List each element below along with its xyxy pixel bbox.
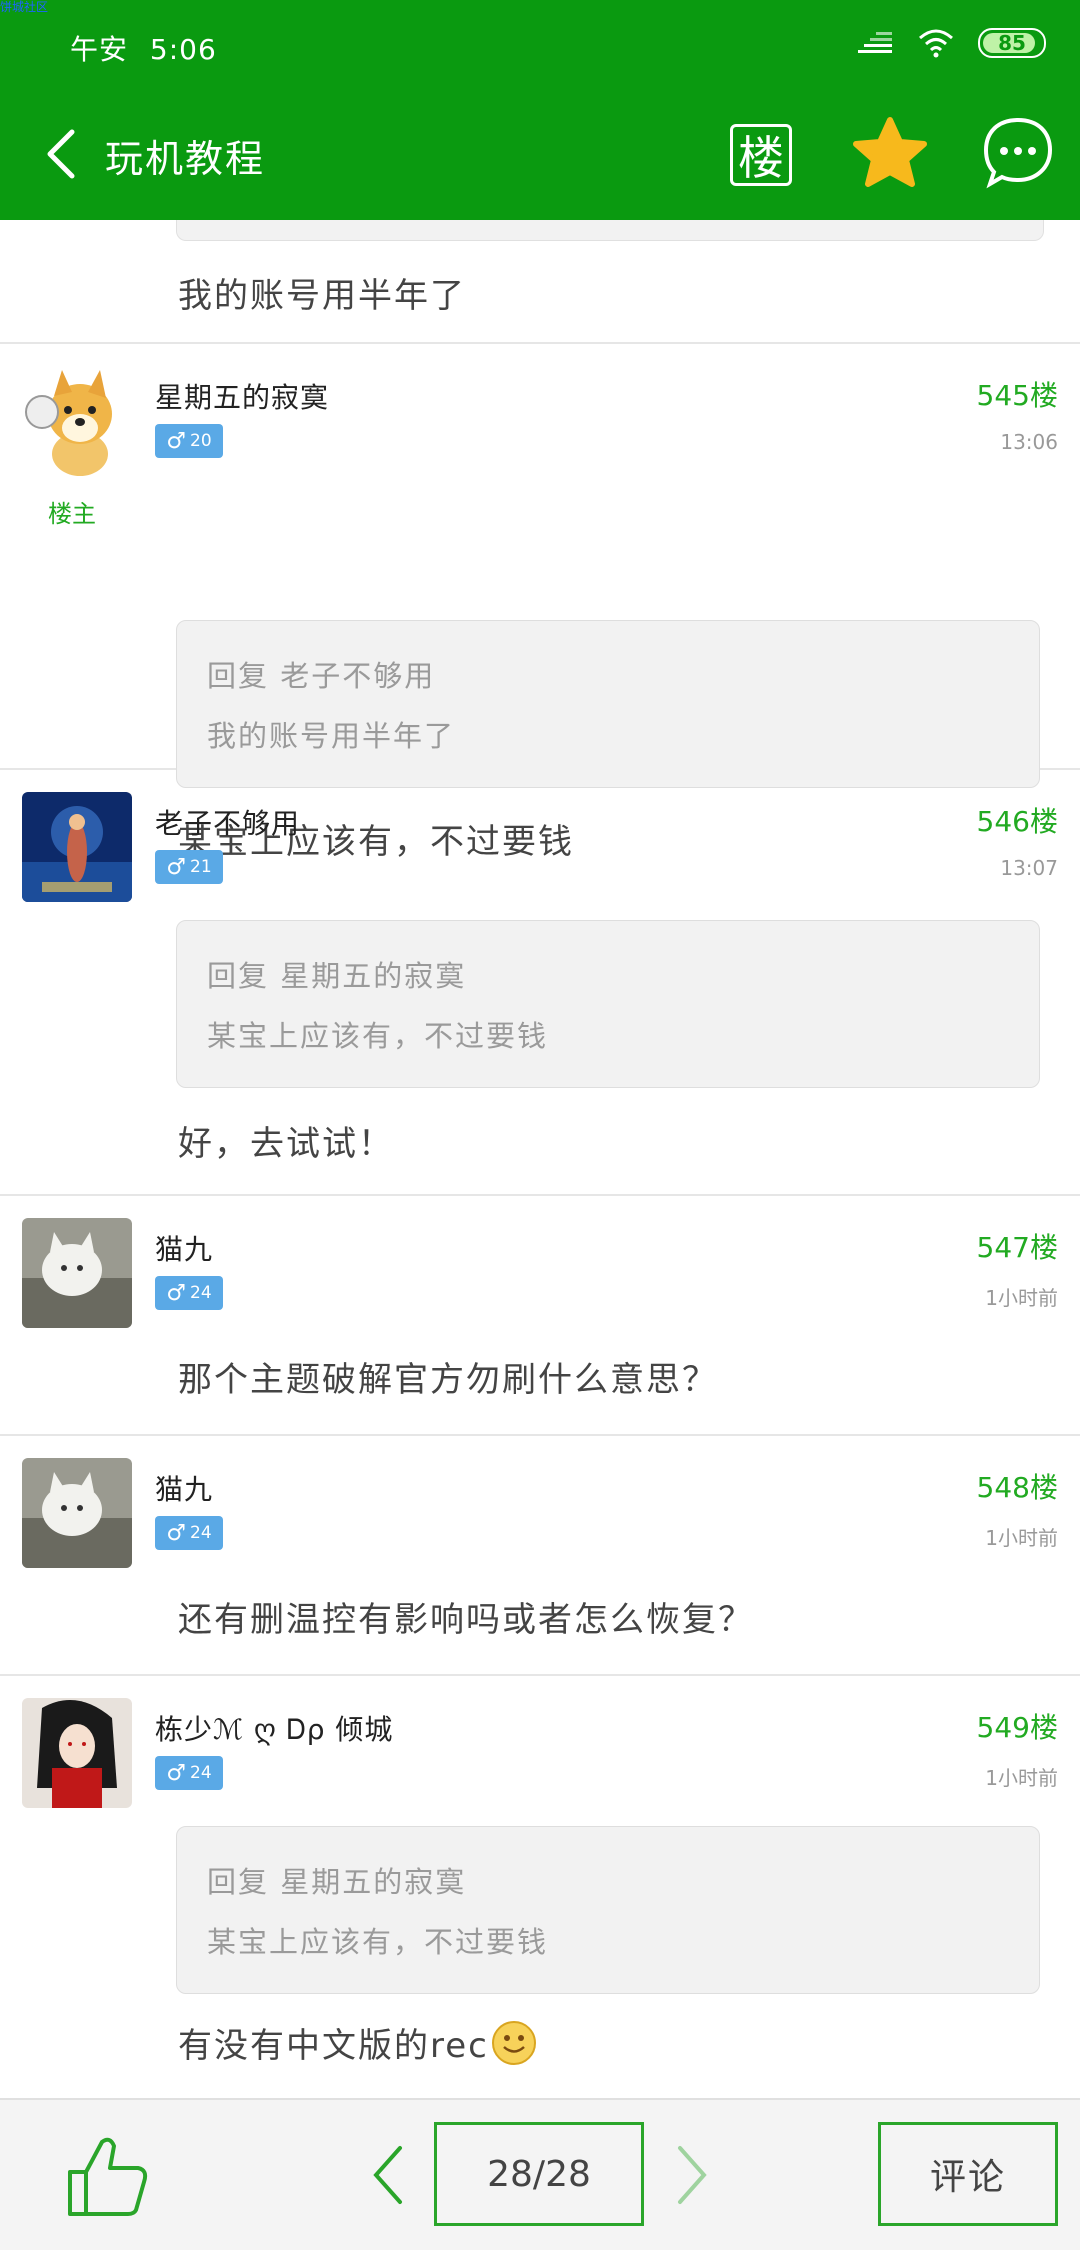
star-icon[interactable] — [850, 114, 930, 194]
page-indicator-button[interactable]: 28/28 — [434, 2122, 644, 2226]
quote-reply-to: 回复 星期五的寂寞 — [207, 1865, 467, 1899]
comment-item: 老子不够用 ♂ 21 546楼 13:07 回复 星期五的寂寞 某宝上应该有，不… — [0, 770, 1080, 1196]
male-icon: ♂ — [166, 1520, 187, 1546]
male-icon: ♂ — [166, 1280, 187, 1306]
wifi-icon — [919, 29, 953, 58]
comment-item: 猫九 ♂ 24 548楼 1小时前 还有删温控有影响吗或者怎么恢复？ — [0, 1436, 1080, 1676]
greeting: 午安 — [70, 33, 129, 66]
username[interactable]: 猫九 — [155, 1228, 213, 1268]
signal-icon — [858, 32, 892, 53]
back-arrow-icon[interactable] — [38, 124, 88, 184]
post-body: 我的账号用半年了 — [178, 276, 466, 316]
owner-label: 楼主 — [48, 500, 96, 528]
avatar[interactable] — [22, 1698, 132, 1808]
username[interactable]: 栋少ℳ ღ Ꭰρ 倾城 — [155, 1708, 393, 1748]
male-icon: ♂ — [166, 854, 187, 880]
user-level: 24 — [190, 1523, 212, 1543]
floor-number: 548楼 — [976, 1471, 1058, 1504]
thumbs-up-icon[interactable] — [62, 2132, 152, 2222]
post-time: 13:06 — [1000, 430, 1058, 454]
post-body-row: 有没有中文版的rec — [178, 2018, 537, 2067]
floor-number: 546楼 — [976, 805, 1058, 838]
post-time: 1小时前 — [985, 1766, 1058, 1790]
comment-item: 栋少ℳ ღ Ꭰρ 倾城 ♂ 24 549楼 1小时前 回复 星期五的寂寞 某宝上… — [0, 1676, 1080, 2100]
avatar[interactable] — [22, 1218, 132, 1328]
user-level: 20 — [190, 431, 212, 451]
male-icon: ♂ — [166, 1760, 187, 1786]
status-bar: 午安 5:06 85 — [0, 0, 1080, 90]
male-icon: ♂ — [166, 428, 187, 454]
avatar[interactable] — [22, 792, 132, 902]
post-body: 还有删温控有影响吗或者怎么恢复？ — [178, 1600, 754, 1640]
user-level: 24 — [190, 1283, 212, 1303]
post-body: 好，去试试！ — [178, 1124, 394, 1164]
floor-number: 549楼 — [976, 1711, 1058, 1744]
floor-number: 545楼 — [976, 379, 1058, 412]
quote-text: 某宝上应该有，不过要钱 — [207, 1925, 549, 1959]
username[interactable]: 猫九 — [155, 1468, 213, 1508]
avatar[interactable] — [22, 1458, 132, 1568]
battery-level: 85 — [998, 31, 1026, 55]
comment-item: 楼主 星期五的寂寞 ♂ 20 545楼 13:06 回复 老子不够用 我的账号用… — [0, 344, 1080, 862]
corner-label: 饼城社区 — [0, 0, 49, 14]
avatar[interactable] — [22, 366, 132, 476]
post-time: 1小时前 — [985, 1526, 1058, 1550]
level-badge: ♂ 24 — [155, 1516, 223, 1550]
floor-jump-button[interactable]: 楼 — [730, 124, 792, 186]
comment-feed[interactable]: 我的账号用半年了 楼主 星期五的寂寞 ♂ 20 545楼 13:06 回复 老子… — [0, 220, 1080, 2100]
chat-icon[interactable] — [980, 114, 1056, 190]
post-time: 1小时前 — [985, 1286, 1058, 1310]
next-page-arrow-icon[interactable] — [672, 2142, 712, 2208]
prev-page-arrow-icon[interactable] — [368, 2142, 408, 2208]
clock: 5:06 — [149, 33, 217, 66]
username[interactable]: 星期五的寂寞 — [155, 376, 329, 416]
level-badge: ♂ 24 — [155, 1276, 223, 1310]
quote-box — [176, 220, 1044, 241]
page-title: 玩机教程 — [105, 137, 266, 181]
user-level: 24 — [190, 1763, 212, 1783]
nav-bar: 玩机教程 楼 — [0, 90, 1080, 220]
post-body: 那个主题破解官方勿刷什么意思？ — [178, 1360, 718, 1400]
top-bar: 午安 5:06 85 玩机教程 楼 — [0, 0, 1080, 220]
bottom-bar: 28/28 评论 — [0, 2098, 1080, 2250]
quote-reply-to: 回复 老子不够用 — [207, 659, 436, 693]
user-level: 21 — [190, 857, 212, 877]
quote-box: 回复 星期五的寂寞 某宝上应该有，不过要钱 — [176, 1826, 1040, 1994]
username[interactable]: 老子不够用 — [155, 802, 300, 842]
comment-item: 猫九 ♂ 24 547楼 1小时前 那个主题破解官方勿刷什么意思？ — [0, 1196, 1080, 1436]
post-time: 13:07 — [1000, 856, 1058, 880]
level-badge: ♂ 21 — [155, 850, 223, 884]
battery-icon: 85 — [978, 28, 1046, 58]
quote-box: 回复 老子不够用 我的账号用半年了 — [176, 620, 1040, 788]
status-icons: 85 — [856, 28, 1046, 58]
status-time-area: 午安 5:06 — [70, 28, 217, 68]
quote-text: 某宝上应该有，不过要钱 — [207, 1019, 549, 1053]
quote-text: 我的账号用半年了 — [207, 719, 456, 753]
smile-emoji-icon — [491, 2020, 536, 2065]
floor-number: 547楼 — [976, 1231, 1058, 1264]
quote-reply-to: 回复 星期五的寂寞 — [207, 959, 467, 993]
post-body: 有没有中文版的rec — [178, 2026, 489, 2066]
previous-post-tail: 我的账号用半年了 — [0, 220, 1080, 344]
level-badge: ♂ 20 — [155, 424, 223, 458]
comment-button[interactable]: 评论 — [878, 2122, 1058, 2226]
quote-box: 回复 星期五的寂寞 某宝上应该有，不过要钱 — [176, 920, 1040, 1088]
level-badge: ♂ 24 — [155, 1756, 223, 1790]
